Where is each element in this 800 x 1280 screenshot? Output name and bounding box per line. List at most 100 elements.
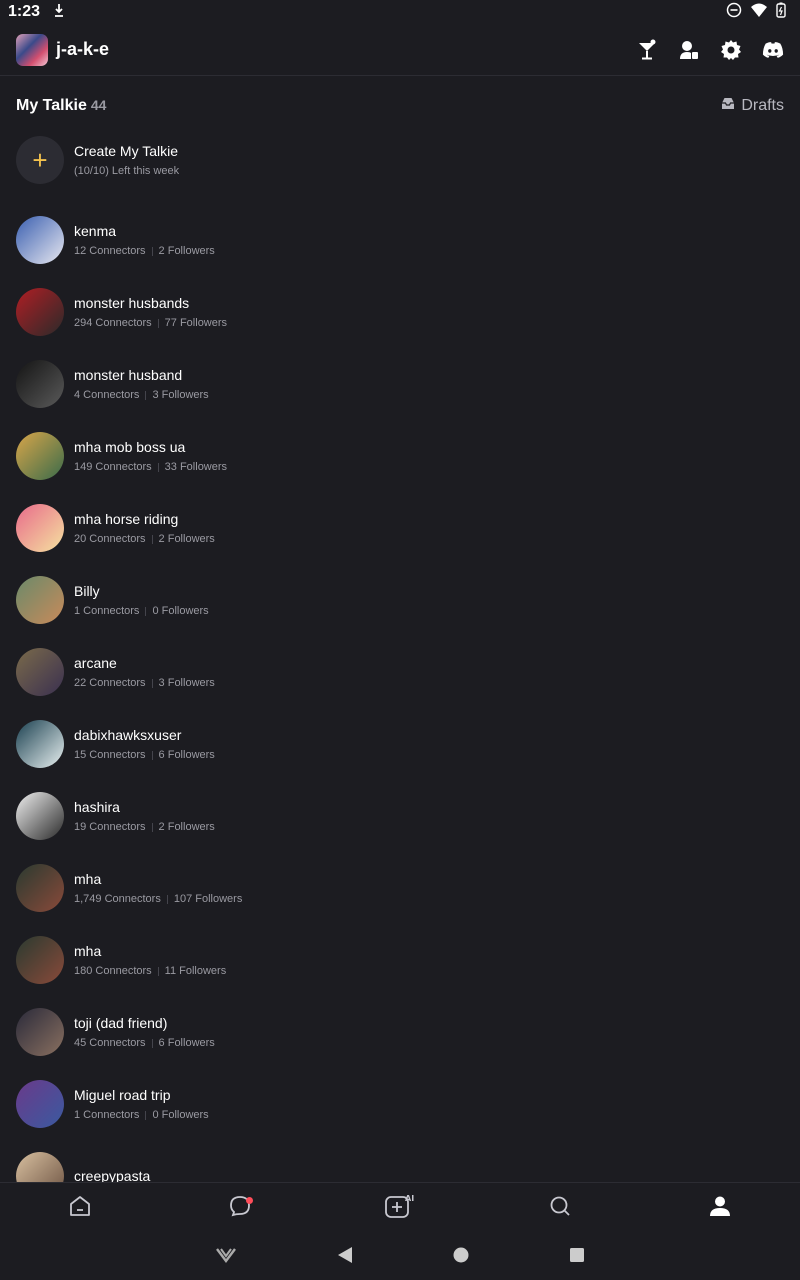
talkie-name: mha horse riding xyxy=(74,511,179,527)
talkie-avatar xyxy=(16,1152,64,1182)
system-navigation xyxy=(0,1234,800,1280)
connectors-count: 294 Connectors xyxy=(74,317,152,329)
svg-text:AI: AI xyxy=(405,1194,414,1203)
talkie-name: mha mob boss ua xyxy=(74,439,186,455)
talkie-stats: 19 Connectors 2 Followers xyxy=(74,821,215,833)
followers-count: 0 Followers xyxy=(152,605,209,617)
inbox-icon xyxy=(721,97,735,115)
connectors-count: 22 Connectors xyxy=(74,677,146,689)
talkie-name: mha xyxy=(74,943,102,959)
back-icon[interactable] xyxy=(337,1246,353,1269)
create-talkie-row[interactable]: + Create My Talkie (10/10) Left this wee… xyxy=(0,128,800,192)
drafts-button[interactable]: Drafts xyxy=(721,97,784,115)
talkie-avatar xyxy=(16,1008,64,1056)
drafts-label: Drafts xyxy=(741,97,784,114)
talkie-avatar xyxy=(16,936,64,984)
talkie-avatar xyxy=(16,648,64,696)
talkie-name: monster husband xyxy=(74,367,183,383)
talkie-stats: 180 Connectors 11 Followers xyxy=(74,965,226,977)
talkie-list[interactable]: + Create My Talkie (10/10) Left this wee… xyxy=(0,128,800,1182)
bottom-navigation: AI xyxy=(0,1182,800,1234)
talkie-row[interactable]: Miguel road trip 1 Connectors 0 Followers xyxy=(0,1068,800,1140)
plus-icon: + xyxy=(16,136,64,184)
talkie-avatar xyxy=(16,720,64,768)
talkie-row[interactable]: monster husbands 294 Connectors 77 Followe… xyxy=(0,276,800,348)
talkie-stats: 1 Connectors 0 Followers xyxy=(74,605,209,617)
gear-icon[interactable] xyxy=(720,39,742,61)
chat-notification-badge xyxy=(246,1196,253,1204)
talkie-row[interactable]: mha 1,749 Connectors 107 Followers xyxy=(0,852,800,924)
wifi-icon xyxy=(750,2,768,23)
battery-icon xyxy=(776,2,786,23)
talkie-stats: 4 Connectors 3 Followers xyxy=(74,389,209,401)
section-title: My Talkie xyxy=(16,97,87,114)
stat-divider xyxy=(166,894,168,904)
talkie-stats: 22 Connectors 3 Followers xyxy=(74,677,215,689)
section-count: 44 xyxy=(90,97,107,113)
nav-profile[interactable] xyxy=(696,1189,744,1229)
talkie-row[interactable]: Billy 1 Connectors 0 Followers xyxy=(0,564,800,636)
talkie-row[interactable]: mha 180 Connectors 11 Followers xyxy=(0,924,800,996)
followers-count: 2 Followers xyxy=(158,245,215,257)
add-ai-icon: AI xyxy=(384,1193,416,1224)
talkie-avatar xyxy=(16,576,64,624)
profile-avatar[interactable] xyxy=(16,33,48,66)
followers-count: 6 Followers xyxy=(158,1037,215,1049)
status-bar: 1:23 xyxy=(0,0,800,24)
status-time: 1:23 xyxy=(8,3,41,20)
nav-create-ai[interactable]: AI xyxy=(376,1189,424,1229)
connectors-count: 1,749 Connectors xyxy=(74,893,161,905)
stat-divider xyxy=(145,606,147,616)
stat-divider xyxy=(151,750,153,760)
connectors-count: 4 Connectors xyxy=(74,389,140,401)
discord-icon[interactable] xyxy=(762,39,784,61)
stat-divider xyxy=(157,318,159,328)
profile-icon xyxy=(708,1194,732,1223)
talkie-row[interactable]: kenma 12 Connectors 2 Followers xyxy=(0,204,800,276)
followers-count: 3 Followers xyxy=(158,677,215,689)
connectors-count: 1 Connectors xyxy=(74,605,140,617)
my-talkie-section-header: My Talkie 44 Drafts xyxy=(16,92,784,120)
followers-count: 2 Followers xyxy=(158,821,215,833)
home-icon xyxy=(68,1194,92,1223)
talkie-row[interactable]: arcane 22 Connectors 3 Followers xyxy=(0,636,800,708)
dnd-icon xyxy=(726,2,742,23)
recents-icon[interactable] xyxy=(569,1247,585,1268)
stat-divider xyxy=(151,822,153,832)
connectors-count: 1 Connectors xyxy=(74,1109,140,1121)
talkie-avatar xyxy=(16,360,64,408)
talkie-avatar xyxy=(16,504,64,552)
talkie-stats: 149 Connectors 33 Followers xyxy=(74,461,227,473)
cocktail-icon[interactable] xyxy=(636,39,658,61)
stat-divider xyxy=(151,678,153,688)
stat-divider xyxy=(151,1038,153,1048)
chevron-down-icon[interactable] xyxy=(215,1246,237,1269)
talkie-row[interactable]: dabixhawksxuser 15 Connectors 6 Followers xyxy=(0,708,800,780)
talkie-stats: 12 Connectors 2 Followers xyxy=(74,245,215,257)
talkie-name: kenma xyxy=(74,223,117,239)
connectors-count: 12 Connectors xyxy=(74,245,146,257)
profile-brand[interactable]: j-a-k-e xyxy=(16,33,109,66)
talkie-stats: 20 Connectors 2 Followers xyxy=(74,533,215,545)
talkie-name: arcane xyxy=(74,655,117,671)
badge-user-icon[interactable] xyxy=(678,39,700,61)
talkie-name: creepypasta xyxy=(74,1168,151,1182)
talkie-avatar xyxy=(16,432,64,480)
talkie-stats: 1,749 Connectors 107 Followers xyxy=(74,893,242,905)
talkie-row[interactable]: mha horse riding 20 Connectors 2 Followers xyxy=(0,492,800,564)
connectors-count: 19 Connectors xyxy=(74,821,146,833)
talkie-row[interactable]: mha mob boss ua 149 Connectors 33 Follower… xyxy=(0,420,800,492)
talkie-stats: 294 Connectors 77 Followers xyxy=(74,317,227,329)
talkie-row[interactable]: creepypasta xyxy=(0,1140,800,1182)
nav-home[interactable] xyxy=(56,1189,104,1229)
talkie-row[interactable]: monster husband 4 Connectors 3 Followers xyxy=(0,348,800,420)
nav-chat[interactable] xyxy=(216,1189,264,1229)
talkie-row[interactable]: toji (dad friend) 45 Connectors 6 Follower… xyxy=(0,996,800,1068)
talkie-name: toji (dad friend) xyxy=(74,1015,168,1031)
talkie-avatar xyxy=(16,216,64,264)
talkie-avatar xyxy=(16,864,64,912)
talkie-row[interactable]: hashira 19 Connectors 2 Followers xyxy=(0,780,800,852)
nav-search[interactable] xyxy=(536,1189,584,1229)
home-circle-icon[interactable] xyxy=(453,1247,469,1268)
connectors-count: 180 Connectors xyxy=(74,965,152,977)
